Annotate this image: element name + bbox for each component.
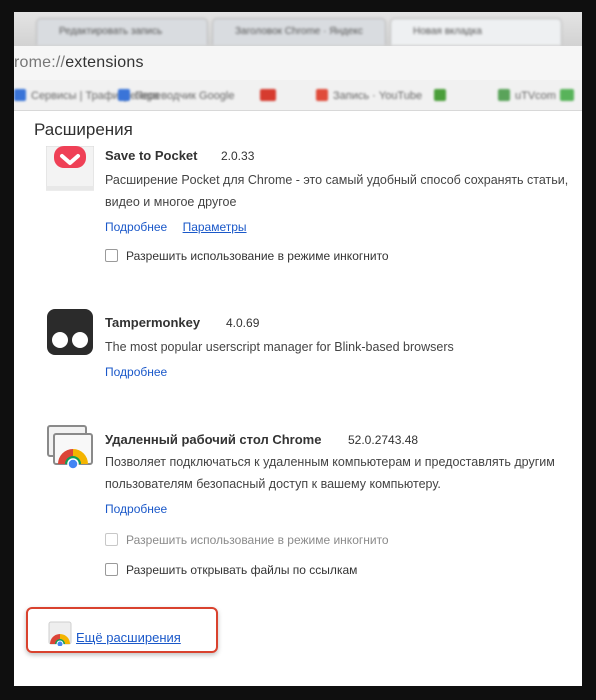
chrome-web-store-icon bbox=[46, 618, 74, 648]
extension-description: Расширение Pocket для Chrome - это самый… bbox=[105, 169, 575, 213]
bookmark-icon bbox=[118, 89, 130, 101]
bookmark-icon bbox=[14, 89, 26, 101]
bookmark-label: Запись · YouTube bbox=[333, 90, 423, 102]
pocket-icon bbox=[45, 145, 95, 194]
tab-3-label: Новая вкладка bbox=[413, 26, 482, 37]
details-link[interactable]: Подробнее bbox=[105, 502, 167, 516]
bookmarks-bar: Сервисы | Трафикрезерв Переводчик Google… bbox=[14, 80, 582, 111]
extension-name: Save to Pocket bbox=[105, 148, 198, 163]
extension-description: Позволяет подключаться к удаленным компь… bbox=[105, 451, 575, 495]
checkbox-label: Разрешить открывать файлы по ссылкам bbox=[126, 563, 358, 577]
options-link[interactable]: Параметры bbox=[183, 220, 247, 234]
address-bar[interactable]: rome://extensions bbox=[14, 46, 582, 81]
tab-strip: Редактировать запись Заголовок Chrome · … bbox=[14, 12, 582, 46]
bookmark-label: Переводчик Google bbox=[135, 90, 235, 102]
tab-1-label: Редактировать запись bbox=[59, 26, 163, 37]
extension-links: Подробнее bbox=[105, 502, 167, 516]
details-link[interactable]: Подробнее bbox=[105, 220, 167, 234]
description-line: видео и многое другое bbox=[105, 195, 237, 209]
bookmark-3[interactable] bbox=[260, 89, 281, 102]
extension-description: The most popular userscript manager for … bbox=[105, 336, 575, 358]
extension-tampermonkey: Tampermonkey 4.0.69 The most popular use… bbox=[14, 308, 582, 398]
tab-1[interactable]: Редактировать запись bbox=[36, 18, 208, 45]
bookmark-6[interactable]: uTVcom bbox=[498, 89, 556, 102]
page-title: Расширения bbox=[34, 120, 133, 139]
description-line: Расширение Pocket для Chrome - это самый… bbox=[105, 173, 569, 187]
extension-version: 52.0.2743.48 bbox=[348, 433, 419, 447]
tab-3[interactable]: Новая вкладка bbox=[390, 18, 562, 45]
extension-links: Подробнее bbox=[105, 365, 167, 379]
extension-version: 2.0.33 bbox=[221, 149, 255, 163]
remote-desktop-icon bbox=[46, 422, 94, 470]
details-link[interactable]: Подробнее bbox=[105, 365, 167, 379]
tampermonkey-icon bbox=[46, 308, 94, 356]
description-line: Позволяет подключаться к удаленным компь… bbox=[105, 455, 555, 469]
bookmark-icon bbox=[560, 89, 574, 101]
bookmark-5[interactable] bbox=[434, 89, 451, 102]
more-extensions-link[interactable]: Ещё расширения bbox=[76, 630, 181, 645]
extension-name: Удаленный рабочий стол Chrome bbox=[105, 432, 322, 447]
incognito-checkbox[interactable] bbox=[105, 533, 118, 546]
description-line: пользователям безопасный доступ к вашему… bbox=[105, 477, 441, 491]
checkbox-label: Разрешить использование в режиме инкогни… bbox=[126, 249, 389, 263]
extension-links: Подробнее Параметры bbox=[105, 220, 247, 234]
extension-save-to-pocket: Save to Pocket 2.0.33 Расширение Pocket … bbox=[14, 145, 582, 282]
extension-name: Tampermonkey bbox=[105, 315, 201, 330]
file-urls-checkbox[interactable] bbox=[105, 563, 118, 576]
description-line: The most popular userscript manager for … bbox=[105, 340, 454, 354]
file-urls-checkbox-row[interactable]: Разрешить открывать файлы по ссылкам bbox=[105, 563, 357, 577]
checkbox-label: Разрешить использование в режиме инкогни… bbox=[126, 533, 389, 547]
url-scheme: rome:// bbox=[14, 54, 66, 71]
url-path: extensions bbox=[65, 54, 144, 71]
bookmark-icon bbox=[434, 89, 446, 101]
incognito-checkbox-row[interactable]: Разрешить использование в режиме инкогни… bbox=[105, 249, 389, 263]
extension-remote-desktop: Удаленный рабочий стол Chrome 52.0.2743.… bbox=[14, 420, 582, 590]
bookmark-icon bbox=[498, 89, 510, 101]
url-text[interactable]: rome://extensions bbox=[14, 54, 144, 72]
incognito-checkbox-row[interactable]: Разрешить использование в режиме инкогни… bbox=[105, 533, 389, 547]
incognito-checkbox[interactable] bbox=[105, 249, 118, 262]
bookmark-icon bbox=[316, 89, 328, 101]
bookmark-2[interactable]: Переводчик Google bbox=[118, 89, 235, 102]
tab-2-label: Заголовок Chrome · Яндекс bbox=[235, 26, 363, 37]
bookmark-icon bbox=[260, 89, 276, 101]
extension-version: 4.0.69 bbox=[226, 316, 260, 330]
browser-window: Редактировать запись Заголовок Chrome · … bbox=[14, 12, 582, 686]
bookmark-4[interactable]: Запись · YouTube bbox=[316, 89, 422, 102]
bookmark-label: uTVcom bbox=[515, 90, 556, 102]
bookmark-7[interactable] bbox=[560, 89, 579, 102]
tab-2[interactable]: Заголовок Chrome · Яндекс bbox=[212, 18, 386, 45]
